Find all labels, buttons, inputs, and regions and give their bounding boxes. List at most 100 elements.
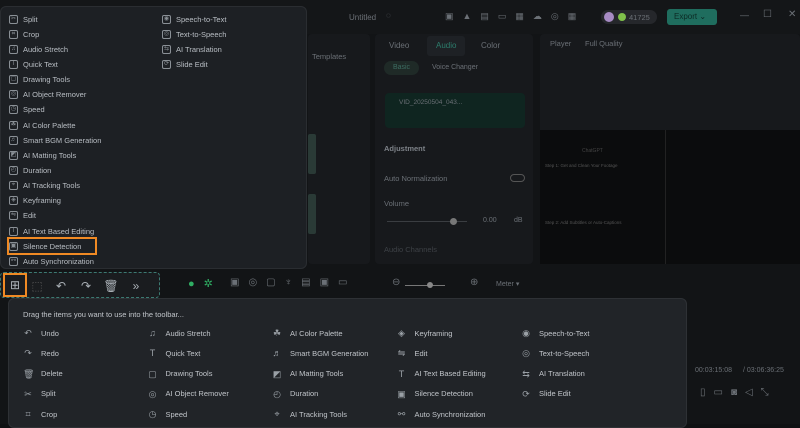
drag-item-split[interactable]: ✂ Split: [23, 389, 55, 399]
drag-item-quick-text[interactable]: T Quick Text: [148, 348, 201, 358]
drag-item-label: Smart BGM Generation: [290, 348, 369, 358]
drag-item-ai-matting-tools[interactable]: ◩ AI Matting Tools: [272, 369, 344, 379]
zoom-slider[interactable]: [405, 282, 445, 288]
zoom-slider-thumb[interactable]: [427, 282, 433, 288]
audio-clip[interactable]: VID_20250504_043...: [385, 93, 525, 128]
redo-icon[interactable]: ↷: [78, 278, 94, 294]
close-button[interactable]: ✕: [788, 9, 796, 20]
undo-icon[interactable]: ↶: [53, 278, 69, 294]
preview-text: Step 1: Get and Clean Your Footage: [545, 163, 618, 168]
drag-item-label: AI Translation: [539, 369, 585, 379]
customize-toolbar-icon[interactable]: ⊞: [3, 273, 27, 297]
drag-item-drawing-tools[interactable]: ▢ Drawing Tools: [148, 369, 212, 379]
menu-item-audio-stretch[interactable]: ♫ Audio Stretch: [9, 42, 68, 56]
drag-item-ai-translation[interactable]: ⇆ AI Translation: [521, 369, 585, 379]
menu-item-speed[interactable]: ◷ Speed: [9, 103, 45, 117]
drag-item-ai-text-based-editing[interactable]: T AI Text Based Editing: [397, 369, 486, 379]
credits-badge[interactable]: 41725: [601, 10, 657, 24]
menu-item-edit[interactable]: ⇋ Edit: [9, 209, 36, 223]
tab-color[interactable]: Color: [481, 41, 500, 50]
drag-item-text-to-speech[interactable]: ◎ Text-to-Speech: [521, 348, 589, 358]
meter-label: Meter: [496, 281, 514, 288]
drag-item-slide-edit[interactable]: ⟳ Slide Edit: [521, 389, 571, 399]
drag-item-ai-object-remover[interactable]: ◎ AI Object Remover: [148, 389, 229, 399]
drag-item-keyframing[interactable]: ◈ Keyframing: [397, 328, 452, 338]
menu-item-label: AI Matting Tools: [23, 150, 77, 160]
minimize-button[interactable]: —: [740, 10, 749, 20]
timeline-tool-icons[interactable]: ▣◎▢♆▤▣▭: [230, 277, 356, 288]
drag-item-crop[interactable]: ⌗ Crop: [23, 409, 57, 419]
menu-item-ai-tracking-tools[interactable]: ⌖ AI Tracking Tools: [9, 179, 80, 193]
speed-icon: ◷: [9, 105, 18, 115]
menu-item-slide-edit[interactable]: ⟳ Slide Edit: [162, 57, 208, 71]
tab-audio[interactable]: Audio: [427, 36, 465, 56]
player-controls[interactable]: ▯▭◙◁⤡: [700, 387, 777, 398]
drag-item-auto-synchronization[interactable]: ⚯ Auto Synchronization: [397, 409, 486, 419]
menu-item-silence-detection[interactable]: ▣ Silence Detection: [7, 237, 97, 256]
menu-item-crop[interactable]: ⌗ Crop: [9, 27, 39, 41]
drag-item-silence-detection[interactable]: ▣ Silence Detection: [397, 389, 473, 399]
volume-value[interactable]: 0.00: [483, 217, 497, 224]
menu-item-speech-to-text[interactable]: ◉ Speech-to-Text: [162, 12, 226, 26]
drag-item-duration[interactable]: ◴ Duration: [272, 389, 318, 399]
drag-item-ai-color-palette[interactable]: ☘ AI Color Palette: [272, 328, 343, 338]
drag-item-edit[interactable]: ⇋ Edit: [397, 348, 428, 358]
drag-hint: Drag the items you want to use into the …: [23, 310, 184, 319]
menu-item-smart-bgm-generation[interactable]: ♬ Smart BGM Generation: [9, 133, 101, 147]
menu-item-ai-color-palette[interactable]: ☘ AI Color Palette: [9, 118, 76, 132]
menu-item-drawing-tools[interactable]: ▢ Drawing Tools: [9, 73, 70, 87]
menu-item-text-to-speech[interactable]: ◎ Text-to-Speech: [162, 27, 226, 41]
edit-icon: ⇋: [397, 348, 406, 359]
tab-video[interactable]: Video: [389, 41, 409, 50]
subtab-voice-changer[interactable]: Voice Changer: [432, 64, 478, 71]
menu-item-ai-text-based-editing[interactable]: T AI Text Based Editing: [9, 224, 94, 238]
volume-slider[interactable]: [387, 218, 467, 225]
drag-item-label: Slide Edit: [539, 389, 571, 399]
custom-toolbar: ⊞ ⬚ ↶ ↷ 🗑 »: [0, 272, 160, 298]
drag-item-speech-to-text[interactable]: ◉ Speech-to-Text: [521, 328, 589, 338]
speech-to-text-icon: ◉: [162, 14, 171, 24]
export-button[interactable]: Export ⌄: [667, 9, 717, 25]
drag-item-delete[interactable]: 🗑 Delete: [23, 369, 63, 379]
menu-item-ai-translation[interactable]: ⇆ AI Translation: [162, 42, 222, 56]
auto-normalization-toggle[interactable]: [510, 174, 525, 182]
subtab-basic[interactable]: Basic: [384, 61, 419, 75]
more-icon[interactable]: »: [128, 278, 144, 294]
drag-item-ai-tracking-tools[interactable]: ⌖ AI Tracking Tools: [272, 409, 347, 419]
toolbar-icons[interactable]: ▣▲▤▭▦☁◎▦: [445, 11, 585, 22]
menu-item-ai-object-remover[interactable]: ◎ AI Object Remover: [9, 88, 86, 102]
drag-item-speed[interactable]: ◷ Speed: [148, 409, 188, 419]
timeline-tool-icons[interactable]: ●✲: [188, 277, 222, 290]
drag-item-undo[interactable]: ↶ Undo: [23, 328, 59, 338]
meter-button[interactable]: Meter ▾: [496, 280, 519, 288]
zoom-in-icon[interactable]: ⊕: [470, 277, 478, 288]
select-tool-icon[interactable]: ⬚: [29, 278, 45, 294]
zoom-out-icon[interactable]: ⊖: [392, 277, 400, 288]
menu-item-label: AI Text Based Editing: [23, 226, 95, 236]
media-thumbnail[interactable]: [308, 134, 316, 174]
drag-item-smart-bgm-generation[interactable]: ♬ Smart BGM Generation: [272, 348, 369, 358]
menu-item-ai-matting-tools[interactable]: ◩ AI Matting Tools: [9, 148, 76, 162]
menu-item-split[interactable]: ✂ Split: [9, 12, 38, 26]
media-thumbnail[interactable]: [308, 194, 316, 234]
volume-slider-thumb[interactable]: [450, 218, 457, 225]
avatar[interactable]: [604, 12, 614, 22]
maximize-button[interactable]: ☐: [763, 9, 772, 20]
drag-item-audio-stretch[interactable]: ♫ Audio Stretch: [148, 328, 210, 338]
menu-item-keyframing[interactable]: ◈ Keyframing: [9, 194, 61, 208]
clip-name: VID_20250504_043...: [399, 99, 463, 106]
menu-item-auto-synchronization[interactable]: ⚯ Auto Synchronization: [9, 254, 94, 268]
menu-item-quick-text[interactable]: T Quick Text: [9, 57, 58, 71]
tab-templates[interactable]: Templates: [312, 52, 346, 61]
drag-item-label: Delete: [41, 369, 63, 379]
menu-item-duration[interactable]: ◴ Duration: [9, 164, 51, 178]
menu-item-label: Smart BGM Generation: [23, 135, 102, 145]
media-panel: Templates: [308, 34, 370, 264]
quality-select[interactable]: Full Quality: [585, 39, 623, 48]
audio-stretch-icon: ♫: [149, 328, 156, 338]
speech-to-text-icon: ◉: [522, 328, 530, 338]
drag-item-label: Text-to-Speech: [539, 348, 590, 358]
toolbar-customization-panel: Drag the items you want to use into the …: [8, 298, 687, 428]
delete-icon[interactable]: 🗑: [103, 278, 119, 294]
drag-item-redo[interactable]: ↷ Redo: [23, 348, 59, 358]
